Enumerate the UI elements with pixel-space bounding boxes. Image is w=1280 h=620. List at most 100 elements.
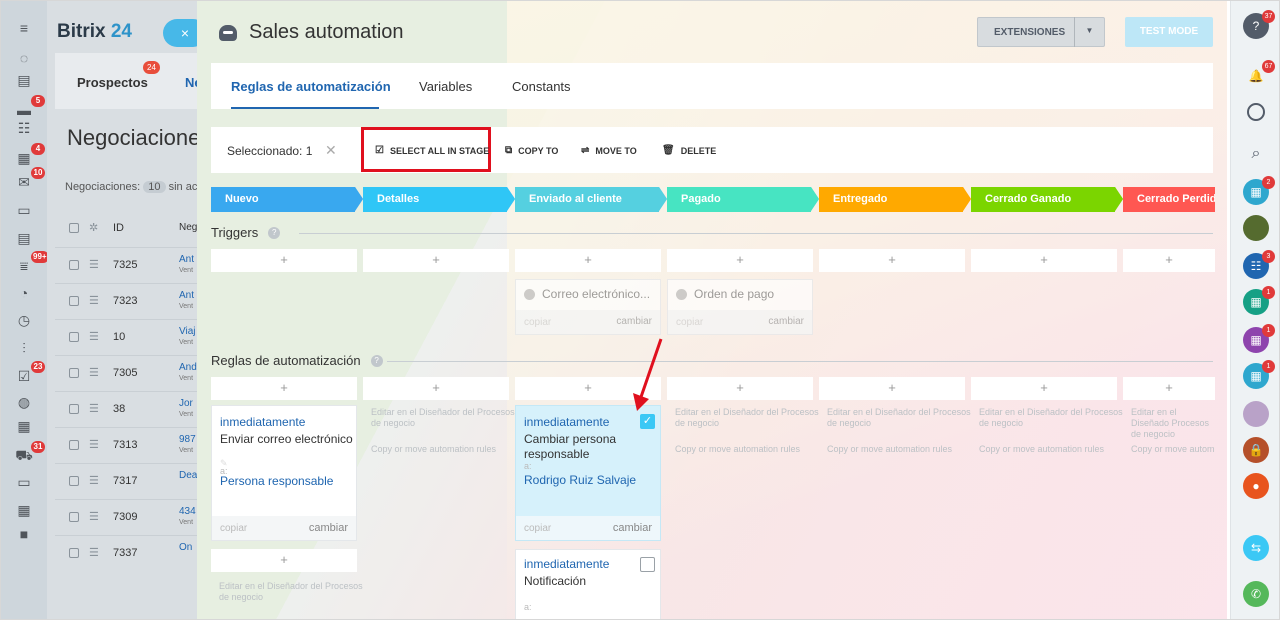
printer-icon[interactable]: ▦ <box>13 417 35 435</box>
add-button[interactable]: + <box>363 377 509 400</box>
user-icon[interactable]: ● <box>1243 473 1269 499</box>
copy-to-button[interactable]: ⧉ COPY TO <box>505 145 558 156</box>
select-all-checkbox[interactable] <box>69 223 79 233</box>
drive-icon[interactable]: ▭ <box>13 201 35 219</box>
add-button[interactable]: + <box>819 377 965 400</box>
copy-move-rules-link[interactable]: Copy or move automation rules <box>979 444 1125 455</box>
header-name[interactable]: Neg <box>179 222 197 233</box>
stage-4[interactable]: Pagado <box>667 187 819 212</box>
row-menu-icon[interactable]: ☰ <box>89 438 99 451</box>
tab-automation-rules[interactable]: Reglas de automatización <box>231 79 391 94</box>
copy-link[interactable]: copiar <box>220 523 247 534</box>
robot-icon[interactable]: ◍ <box>13 393 35 411</box>
transfer-icon[interactable]: ⇆ <box>1243 535 1269 561</box>
chat-icon[interactable] <box>1247 103 1265 121</box>
time-icon[interactable]: ◷ <box>13 311 35 329</box>
add-rule-button[interactable]: + <box>211 549 357 572</box>
copy-link[interactable]: copiar <box>676 317 703 328</box>
add-button[interactable]: + <box>667 249 813 272</box>
add-button[interactable]: + <box>363 249 509 272</box>
row-checkbox[interactable] <box>69 512 79 522</box>
rule-checkbox[interactable] <box>640 557 655 572</box>
row-name[interactable]: Ant Vent <box>179 254 194 276</box>
edit-in-designer-link[interactable]: Editar en el Diseñador del Procesos de n… <box>371 407 517 429</box>
copy-move-rules-link[interactable]: Copy or move automation rules <box>827 444 973 455</box>
row-name[interactable]: 434 Vent <box>179 506 196 528</box>
reports-icon[interactable]: ⫶ <box>13 339 35 357</box>
rule-checkbox-checked[interactable]: ✓ <box>640 414 655 429</box>
stage-6[interactable]: Cerrado Ganado <box>971 187 1123 212</box>
row-name[interactable]: And Vent <box>179 362 197 384</box>
extensions-button[interactable]: EXTENSIONES ▼ <box>977 17 1105 47</box>
add-button[interactable]: + <box>1123 377 1215 400</box>
change-link[interactable]: cambiar <box>309 522 348 534</box>
feed-icon[interactable]: ◌ <box>13 49 35 67</box>
sites-icon[interactable]: ◔ <box>13 284 35 302</box>
help-icon[interactable]: ? <box>268 226 281 239</box>
edit-in-designer-link[interactable]: Editar en el Diseñado Procesos de negoci… <box>1131 407 1217 440</box>
change-link[interactable]: cambiar <box>613 522 652 534</box>
row-menu-icon[interactable]: ☰ <box>89 510 99 523</box>
move-to-button[interactable]: ⇌ MOVE TO <box>581 145 637 156</box>
add-button[interactable]: + <box>667 377 813 400</box>
row-name[interactable]: Jor Vent <box>179 398 193 420</box>
row-checkbox[interactable] <box>69 476 79 486</box>
change-link[interactable]: cambiar <box>616 316 652 327</box>
video-icon[interactable]: ■ <box>13 525 35 543</box>
add-button[interactable]: + <box>819 249 965 272</box>
table-row[interactable]: ☰ 7313 987 Vent <box>55 427 215 461</box>
add-button[interactable]: + <box>211 249 357 272</box>
row-name[interactable]: 987 Vent <box>179 434 196 456</box>
row-name[interactable]: Dea <box>179 470 197 481</box>
row-checkbox[interactable] <box>69 368 79 378</box>
apps-icon[interactable]: ▦ <box>13 501 35 519</box>
avatar[interactable] <box>1243 215 1269 241</box>
table-row[interactable]: ☰ 7323 Ant Vent <box>55 283 215 317</box>
add-button[interactable]: + <box>211 377 357 400</box>
table-row[interactable]: ☰ 7317 Dea <box>55 463 215 497</box>
menu-icon[interactable]: ≡ <box>13 19 35 37</box>
rule-card-selected[interactable]: inmediatamente ✓ Cambiar persona respons… <box>515 405 661 541</box>
phone-icon[interactable]: ✆ <box>1243 581 1269 607</box>
row-name[interactable]: Ant Vent <box>179 290 194 312</box>
add-button[interactable]: + <box>515 249 661 272</box>
stage-7[interactable]: Cerrado Perdido <box>1123 187 1215 212</box>
search-icon[interactable]: ⌕ <box>1243 141 1269 167</box>
bitrix-logo[interactable]: Bitrix 24 <box>57 21 132 43</box>
table-row[interactable]: ☰ 7325 Ant Vent <box>55 247 215 281</box>
tab-prospects[interactable]: Prospectos <box>77 75 148 90</box>
tab-constants[interactable]: Constants <box>512 79 571 94</box>
row-menu-icon[interactable]: ☰ <box>89 258 99 271</box>
add-button[interactable]: + <box>971 377 1117 400</box>
row-name[interactable]: On <box>179 542 192 553</box>
copy-link[interactable]: copiar <box>524 523 551 534</box>
settings-icon[interactable]: ✲ <box>89 221 98 234</box>
row-menu-icon[interactable]: ☰ <box>89 330 99 343</box>
clear-selection-icon[interactable]: ✕ <box>325 142 337 159</box>
row-checkbox[interactable] <box>69 404 79 414</box>
table-row[interactable]: ☰ 7309 434 Vent <box>55 499 215 533</box>
rule-delay[interactable]: inmediatamente <box>524 557 609 571</box>
copy-move-rules-link[interactable]: Copy or move automation rules <box>675 444 821 455</box>
stage-2[interactable]: Detalles <box>363 187 515 212</box>
table-row[interactable]: ☰ 38 Jor Vent <box>55 391 215 425</box>
row-checkbox[interactable] <box>69 440 79 450</box>
row-name[interactable]: Viaj Vent <box>179 326 196 348</box>
row-menu-icon[interactable]: ☰ <box>89 474 99 487</box>
row-menu-icon[interactable]: ☰ <box>89 546 99 559</box>
select-all-button[interactable]: ☑ SELECT ALL IN STAGE <box>375 145 489 156</box>
chevron-down-icon[interactable]: ▼ <box>1074 17 1104 47</box>
help-icon[interactable]: ? <box>370 354 383 367</box>
copy-link[interactable]: copiar <box>524 317 551 328</box>
edit-in-designer-link[interactable]: Editar en el Diseñador del Procesos de n… <box>675 407 821 429</box>
docs-icon[interactable]: ▤ <box>13 229 35 247</box>
edit-in-designer-link[interactable]: Editar en el Diseñador del Procesos de n… <box>979 407 1125 429</box>
table-row[interactable]: ☰ 7305 And Vent <box>55 355 215 389</box>
rule-recipient[interactable]: Persona responsable <box>220 474 333 488</box>
row-menu-icon[interactable]: ☰ <box>89 402 99 415</box>
rule-delay[interactable]: inmediatamente <box>220 415 305 429</box>
header-id[interactable]: ID <box>113 222 124 234</box>
rule-card[interactable]: inmediatamente Enviar correo electrónico… <box>211 405 357 541</box>
avatar[interactable] <box>1243 401 1269 427</box>
table-row[interactable]: ☰ 7337 On <box>55 535 215 569</box>
